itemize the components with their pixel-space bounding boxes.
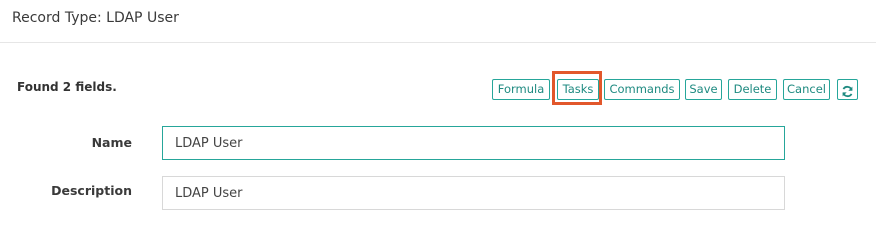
refresh-icon: [838, 85, 857, 98]
name-label: Name: [91, 135, 132, 150]
save-button[interactable]: Save: [685, 79, 722, 100]
description-input[interactable]: [162, 176, 785, 210]
delete-button[interactable]: Delete: [728, 79, 777, 100]
page-header: Record Type: LDAP User: [0, 0, 876, 43]
description-label: Description: [51, 183, 132, 198]
refresh-button[interactable]: [837, 79, 858, 100]
commands-button[interactable]: Commands: [604, 79, 680, 100]
found-fields-text: Found 2 fields.: [17, 80, 117, 94]
page-title: Record Type: LDAP User: [12, 10, 179, 26]
cancel-button[interactable]: Cancel: [783, 79, 830, 100]
formula-button[interactable]: Formula: [492, 79, 550, 100]
tasks-highlight: [552, 71, 602, 105]
name-input[interactable]: [162, 126, 785, 160]
